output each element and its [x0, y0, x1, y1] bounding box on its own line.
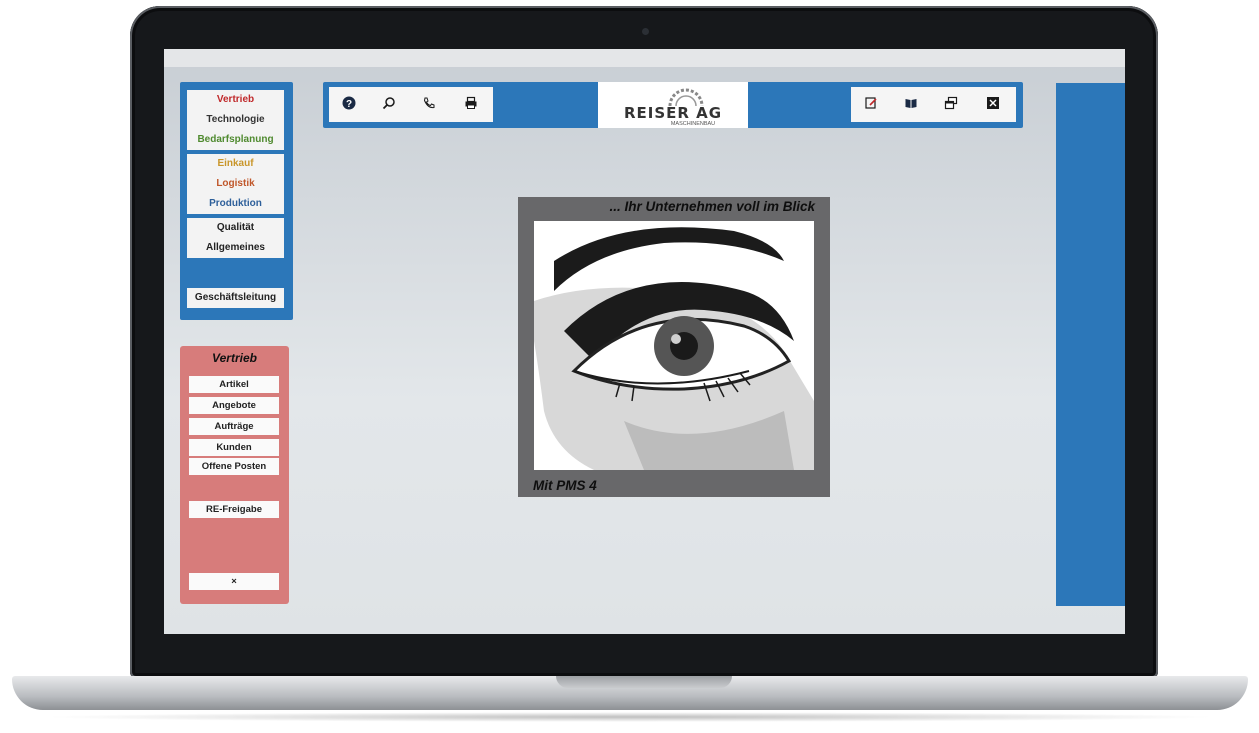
nav-item-allgemeines[interactable]: Allgemeines [187, 238, 284, 258]
app-screen: Vertrieb Technologie Bedarfsplanung Eink… [164, 49, 1125, 634]
submenu-item-angebote[interactable]: Angebote [189, 397, 279, 414]
hero-frame: ... Ihr Unternehmen voll im Blick Mit PM [518, 197, 830, 497]
submenu-item-artikel[interactable]: Artikel [189, 376, 279, 393]
eye-illustration [534, 221, 814, 470]
submenu-item-kunden[interactable]: Kunden [189, 439, 279, 456]
nav-group-general: Qualität Allgemeines [187, 218, 284, 258]
top-toolbar: ? REISER AG MASCHINENBAU [323, 82, 1023, 128]
nav-item-logistik[interactable]: Logistik [187, 174, 284, 194]
nav-item-einkauf[interactable]: Einkauf [187, 154, 284, 174]
logo-subtitle: MASCHINENBAU [670, 121, 716, 127]
submenu-item-offene-posten[interactable]: Offene Posten [189, 458, 279, 475]
nav-item-produktion[interactable]: Produktion [187, 194, 284, 214]
nav-item-vertrieb[interactable]: Vertrieb [187, 90, 284, 110]
toolbar-right-group [851, 87, 1016, 122]
toolbar-left-group: ? [329, 87, 493, 122]
sales-submenu-panel: Vertrieb Artikel Angebote Aufträge Kunde… [180, 346, 289, 604]
logo-wordmark: REISER AG [623, 104, 723, 122]
help-icon[interactable]: ? [341, 96, 357, 112]
close-icon[interactable] [985, 96, 1001, 112]
hero-top-caption: ... Ihr Unternehmen voll im Blick [609, 199, 815, 214]
hero-bottom-caption: Mit PMS 4 [533, 478, 597, 493]
gear-icon [668, 88, 704, 106]
submenu-item-auftraege[interactable]: Aufträge [189, 418, 279, 435]
nav-item-bedarfsplanung[interactable]: Bedarfsplanung [187, 130, 284, 150]
window-top-bar [164, 49, 1125, 67]
nav-group-sales: Vertrieb Technologie Bedarfsplanung [187, 90, 284, 150]
logo-name: REISER AG [598, 104, 748, 122]
print-icon[interactable] [463, 96, 479, 112]
windows-icon[interactable] [943, 96, 959, 112]
nav-group-supply: Einkauf Logistik Produktion [187, 154, 284, 214]
submenu-title: Vertrieb [212, 351, 257, 365]
company-logo: REISER AG MASCHINENBAU [598, 82, 748, 128]
laptop-notch [556, 676, 732, 688]
book-icon[interactable] [903, 96, 919, 112]
module-nav-panel: Vertrieb Technologie Bedarfsplanung Eink… [180, 82, 293, 320]
submenu-close-button[interactable]: × [189, 573, 279, 590]
right-side-panel [1056, 83, 1125, 606]
release-button[interactable]: RE-Freigabe [189, 501, 279, 518]
nav-item-qualitaet[interactable]: Qualität [187, 218, 284, 238]
phone-icon[interactable] [421, 96, 437, 112]
management-button[interactable]: Geschäftsleitung [187, 288, 284, 308]
svg-text:?: ? [346, 99, 352, 110]
camera [642, 28, 649, 35]
laptop-shadow [40, 712, 1220, 722]
nav-item-technologie[interactable]: Technologie [187, 110, 284, 130]
edit-icon[interactable] [863, 96, 879, 112]
search-icon[interactable] [381, 96, 397, 112]
